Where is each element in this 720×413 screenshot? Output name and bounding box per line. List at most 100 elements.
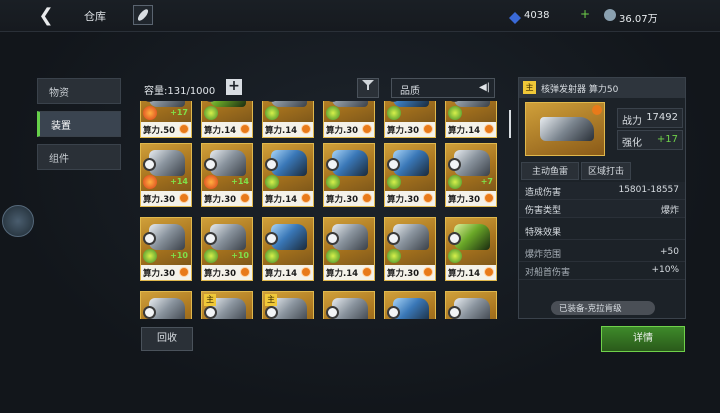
device-class-icon	[326, 306, 339, 319]
back-arrow-icon[interactable]: ❮	[36, 6, 56, 26]
device-class-icon	[387, 158, 400, 171]
device-card[interactable]: 算力.30	[323, 143, 375, 207]
device-card[interactable]	[384, 291, 436, 319]
damage-type-icon	[387, 106, 401, 120]
power-label: 算力.30	[141, 265, 191, 280]
device-card[interactable]	[445, 291, 497, 319]
device-card[interactable]: +7 算力.30	[445, 143, 497, 207]
device-class-icon	[387, 232, 400, 245]
power-label: 算力.30	[202, 191, 252, 206]
device-card[interactable]: 算力.30	[323, 101, 375, 138]
tab-devices[interactable]: 装置	[37, 111, 121, 137]
enhance-level: +10	[170, 251, 188, 260]
sort-arrow-icon: ◀|	[478, 82, 490, 93]
device-class-icon	[143, 232, 156, 245]
device-image	[210, 101, 246, 107]
damage-type-icon	[204, 106, 218, 120]
device-card[interactable]: 算力.14	[262, 101, 314, 138]
device-card[interactable]: 算力.30	[384, 217, 436, 281]
resource1-add-button[interactable]: +	[580, 7, 590, 21]
damage-type-label: 伤害类型	[525, 206, 562, 216]
power-label: 算力.14	[446, 122, 496, 137]
bow-damage-row: 对船首伤害 +10%	[519, 262, 685, 280]
device-card[interactable]: 算力.30	[384, 101, 436, 138]
special-effects-header: 特殊效果	[519, 222, 685, 240]
power-label: 算力.30	[324, 122, 374, 137]
filter-icon[interactable]	[357, 78, 379, 98]
damage-type-icon	[448, 175, 462, 189]
main-tag: 主	[523, 81, 536, 94]
damage-type-row: 伤害类型 爆炸	[519, 200, 685, 218]
details-button[interactable]: 详情	[601, 326, 685, 352]
top-bar: ❮ 仓库 4038 + 36.07万	[0, 0, 720, 32]
device-card[interactable]: 算力.14	[262, 217, 314, 281]
device-name: 核弹发射器 算力50	[519, 78, 685, 98]
power-label: 算力.14	[202, 122, 252, 137]
device-class-icon	[448, 232, 461, 245]
device-card[interactable]: 算力.14	[323, 217, 375, 281]
enhance-level: +14	[231, 177, 249, 186]
enhance-label: 强化	[622, 138, 642, 149]
enhance-row: 强化 +17	[617, 130, 683, 150]
resource2-value: 36.07万	[619, 14, 658, 25]
device-class-icon	[326, 232, 339, 245]
damage-type-icon	[326, 106, 340, 120]
recycle-button[interactable]: 回收	[141, 327, 193, 351]
device-class-icon	[448, 306, 461, 319]
tab-supplies[interactable]: 物资	[37, 78, 121, 104]
quality-sort-dropdown[interactable]: 品质 ◀|	[391, 78, 495, 98]
device-card[interactable]: 算力.14	[445, 217, 497, 281]
device-card[interactable]: 算力.14	[201, 101, 253, 138]
enhance-level: +10	[231, 251, 249, 260]
damage-type-icon	[265, 106, 279, 120]
device-card[interactable]: +14 算力.30	[140, 143, 192, 207]
damage-type-icon	[448, 106, 462, 120]
power-icon	[423, 267, 433, 277]
enhance-level: +7	[480, 177, 493, 186]
rocket-icon[interactable]	[133, 5, 153, 25]
device-card[interactable]: 算力.14	[445, 101, 497, 138]
special-effects-label: 特殊效果	[525, 228, 562, 238]
damage-row: 造成伤害 15801-18557	[519, 182, 685, 200]
power-label: 算力.30	[324, 191, 374, 206]
device-image	[149, 101, 185, 107]
device-image	[271, 101, 307, 107]
device-card[interactable]: 主	[262, 291, 314, 319]
device-class-icon	[265, 158, 278, 171]
damage-type-icon	[143, 249, 157, 263]
main-tag: 主	[204, 294, 216, 306]
device-card[interactable]: +14 算力.30	[201, 143, 253, 207]
device-card[interactable]: +10 算力.30	[140, 217, 192, 281]
device-class-icon	[326, 158, 339, 171]
device-image	[525, 102, 605, 156]
power-label: 算力.14	[324, 265, 374, 280]
device-card[interactable]: 主	[201, 291, 253, 319]
damage-type-icon	[326, 249, 340, 263]
tab-area-strike[interactable]: 区域打击	[581, 162, 631, 180]
device-card[interactable]: 算力.30	[384, 143, 436, 207]
device-card[interactable]	[140, 291, 192, 319]
bow-damage-label: 对船首伤害	[525, 268, 571, 278]
power-icon	[301, 193, 311, 203]
tab-components[interactable]: 组件	[37, 144, 121, 170]
capacity-add-button[interactable]: +	[226, 79, 242, 95]
commander-avatar[interactable]	[2, 205, 34, 237]
capacity-label: 容量:131/1000	[144, 86, 216, 97]
device-card[interactable]: 算力.14	[262, 143, 314, 207]
blast-range-label: 爆炸范围	[525, 250, 562, 260]
power-label: 算力.30	[446, 191, 496, 206]
damage-type-icon	[326, 175, 340, 189]
power-label: 算力.14	[263, 191, 313, 206]
bow-damage-value: +10%	[651, 265, 679, 275]
device-card[interactable]: +17 算力.50	[140, 101, 192, 138]
power-icon	[240, 124, 250, 134]
grid-scrollbar[interactable]	[509, 110, 511, 138]
device-card[interactable]: +10 算力.30	[201, 217, 253, 281]
device-card[interactable]	[323, 291, 375, 319]
page-title: 仓库	[84, 10, 106, 23]
enhance-level: +14	[170, 177, 188, 186]
tab-active-torpedo[interactable]: 主动鱼雷	[521, 162, 579, 180]
power-icon	[179, 193, 189, 203]
power-icon	[179, 267, 189, 277]
main-tag: 主	[265, 294, 277, 306]
